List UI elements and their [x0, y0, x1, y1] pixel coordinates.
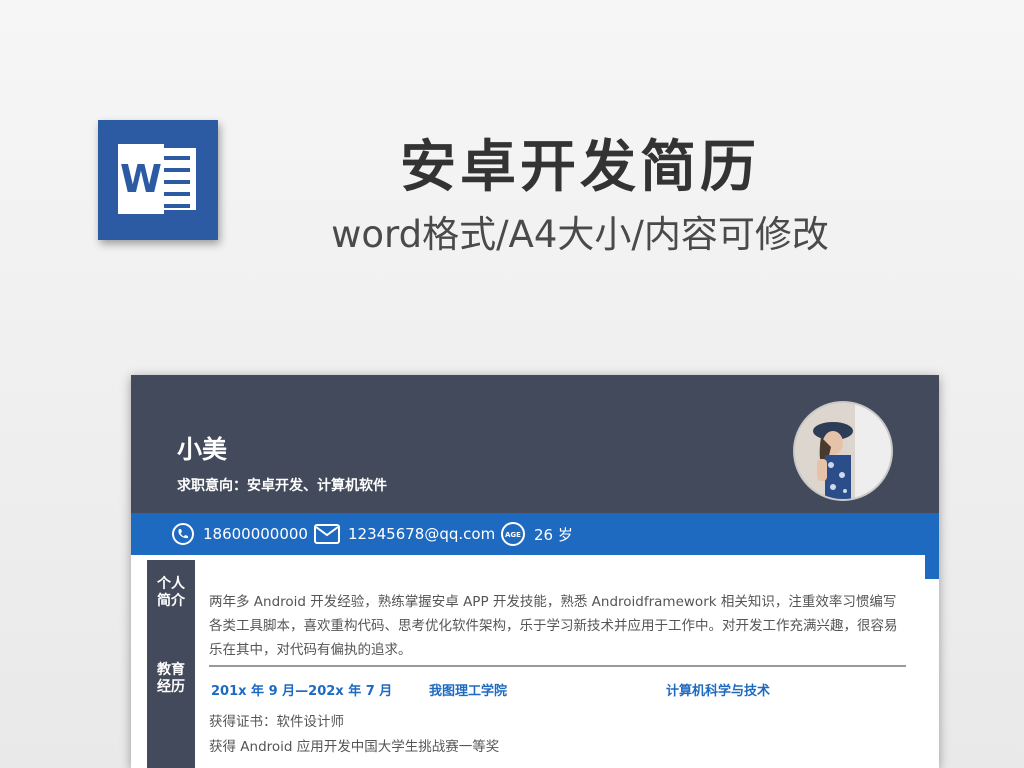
education-line-certificate: 获得证书：软件设计师	[209, 714, 344, 730]
section-label-education: 教育 经历	[157, 662, 185, 695]
contact-age: AGE 26 岁	[500, 513, 573, 555]
education-period: 201x 年 9 月—202x 年 7 月	[211, 684, 393, 699]
phone-number: 18600000000	[203, 525, 308, 543]
email-address: 12345678@qq.com	[348, 525, 496, 543]
age-badge-text: AGE	[505, 531, 521, 539]
contact-email: 12345678@qq.com	[314, 513, 495, 555]
education-school: 我图理工学院	[429, 684, 508, 699]
page-title: 安卓开发简历	[400, 135, 760, 200]
word-icon: W	[98, 120, 218, 240]
section-divider	[209, 665, 906, 667]
resume-header: 小美 求职意向：安卓开发、计算机软件	[131, 375, 939, 513]
contact-bar: 18600000000 12345678@qq.com AGE 26 岁	[131, 513, 939, 555]
page-subtitle: word格式/A4大小/内容可修改	[331, 213, 829, 256]
resume-intent: 求职意向：安卓开发、计算机软件	[177, 478, 387, 494]
age-icon: AGE	[501, 522, 525, 546]
section-sidebar: 个人 简介 教育 经历	[147, 560, 195, 768]
profile-text: 两年多 Android 开发经验，熟练掌握安卓 APP 开发技能，熟悉 Andr…	[209, 594, 898, 658]
resume-name: 小美	[177, 435, 228, 464]
education-major: 计算机科学与技术	[666, 684, 771, 699]
phone-icon	[172, 523, 194, 545]
resume-preview: 小美 求职意向：安卓开发、计算机软件 18600000000 12345678@…	[131, 375, 939, 768]
section-label-profile: 个人 简介	[157, 576, 185, 609]
avatar	[793, 401, 893, 501]
word-letter: W	[118, 144, 164, 214]
education-line-award: 获得 Android 应用开发中国大学生挑战赛一等奖	[209, 739, 500, 755]
accent-edge	[925, 555, 939, 579]
age-value: 26 岁	[534, 525, 573, 544]
mail-icon	[314, 524, 340, 544]
contact-phone: 18600000000	[171, 513, 308, 555]
